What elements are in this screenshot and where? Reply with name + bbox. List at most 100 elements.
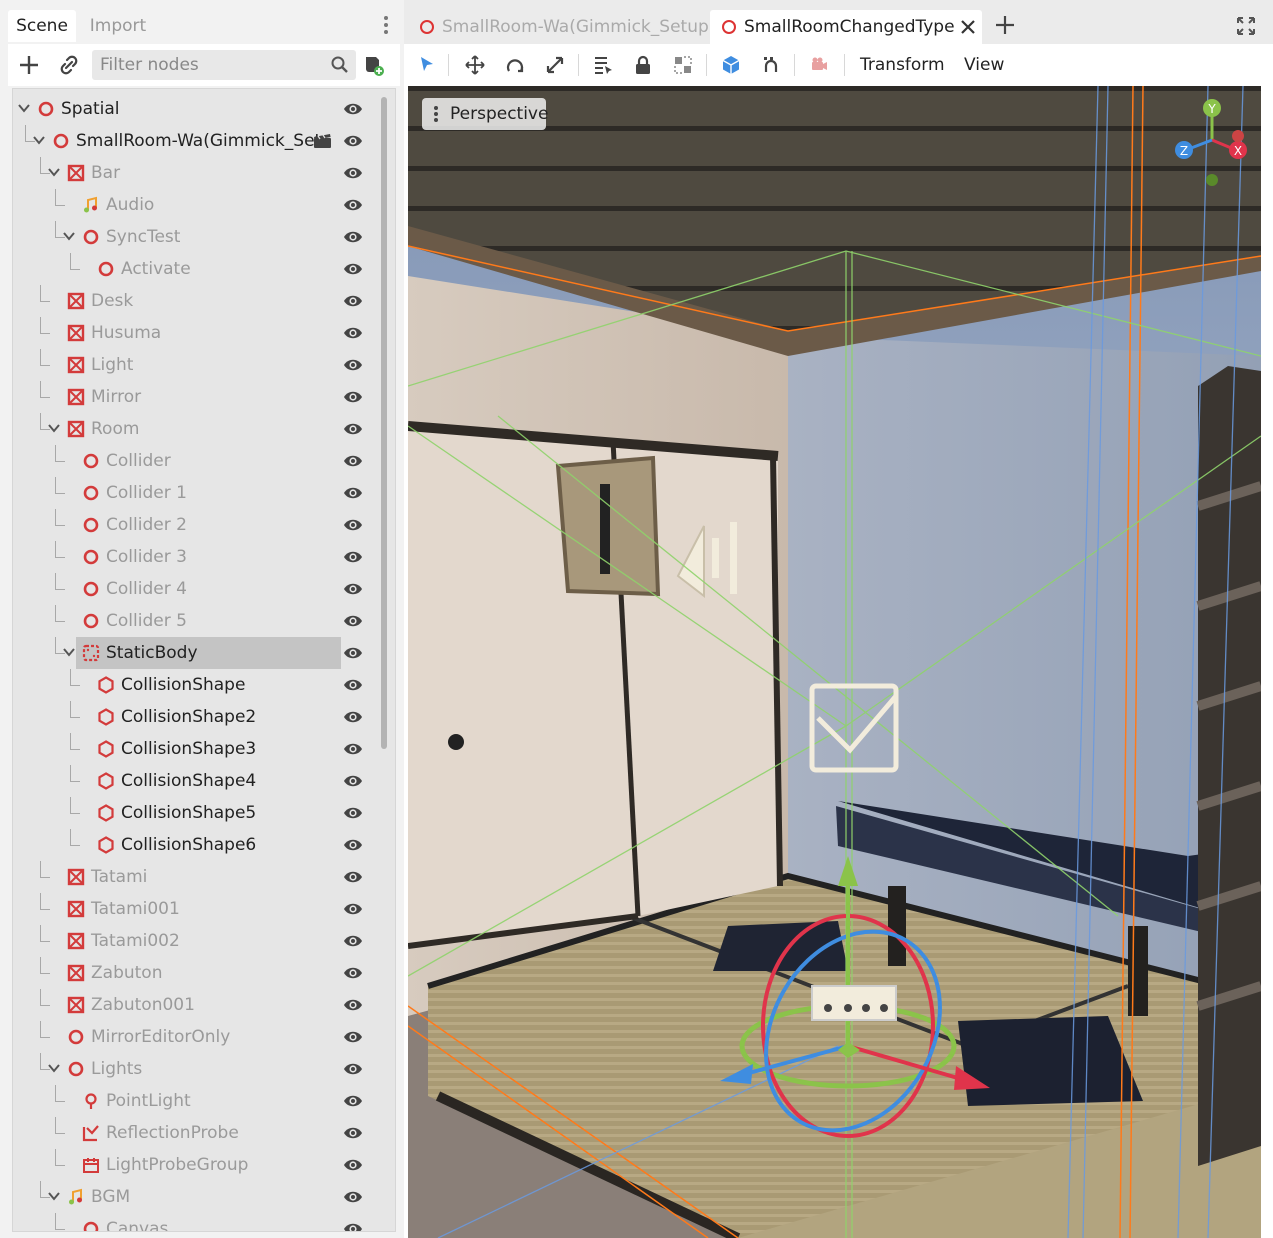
tree-row-collisionshape3[interactable]: CollisionShape3 (13, 733, 373, 765)
tree-row-collider-2[interactable]: Collider 2 (13, 509, 373, 541)
new-scene-plus-icon[interactable] (994, 14, 1016, 36)
tree-row-zabuton[interactable]: Zabuton (13, 957, 373, 989)
visibility-eye-icon[interactable] (343, 869, 363, 885)
tree-row-mirroreditoronly[interactable]: MirrorEditorOnly (13, 1021, 373, 1053)
tree-row-audio[interactable]: Audio (13, 189, 373, 221)
tree-row-collider[interactable]: Collider (13, 445, 373, 477)
tree-row-collisionshape[interactable]: CollisionShape (13, 669, 373, 701)
visibility-eye-icon[interactable] (343, 197, 363, 213)
visibility-eye-icon[interactable] (343, 1093, 363, 1109)
visibility-eye-icon[interactable] (343, 1061, 363, 1077)
tree-row-collider-3[interactable]: Collider 3 (13, 541, 373, 573)
transform-menu[interactable]: Transform (860, 54, 945, 76)
visibility-eye-icon[interactable] (343, 1189, 363, 1205)
tree-row-light[interactable]: Light (13, 349, 373, 381)
visibility-eye-icon[interactable] (343, 293, 363, 309)
list-select-icon[interactable] (592, 54, 614, 76)
chevron-down-icon[interactable] (47, 420, 61, 434)
scene-tab-smallroomchangedtype[interactable]: SmallRoomChangedType (710, 10, 982, 44)
visibility-eye-icon[interactable] (343, 517, 363, 533)
add-node-button[interactable] (16, 52, 42, 78)
tree-row-collisionshape5[interactable]: CollisionShape5 (13, 797, 373, 829)
chevron-down-icon[interactable] (62, 644, 76, 658)
tree-row-reflectionprobe[interactable]: ReflectionProbe (13, 1117, 373, 1149)
chevron-down-icon[interactable] (32, 132, 46, 146)
snap-icon[interactable] (760, 54, 782, 76)
tree-row-spatial[interactable]: Spatial (13, 93, 373, 125)
visibility-eye-icon[interactable] (343, 965, 363, 981)
local-space-icon[interactable] (720, 54, 742, 76)
tree-row-collisionshape4[interactable]: CollisionShape4 (13, 765, 373, 797)
orientation-gizmo[interactable]: Y X Z (1170, 92, 1254, 188)
open-scene-icon[interactable] (313, 133, 333, 149)
visibility-eye-icon[interactable] (343, 933, 363, 949)
visibility-eye-icon[interactable] (343, 549, 363, 565)
group-icon[interactable] (672, 54, 694, 76)
tab-import[interactable]: Import (80, 10, 156, 42)
tree-row-lightprobegroup[interactable]: LightProbeGroup (13, 1149, 373, 1181)
visibility-eye-icon[interactable] (343, 677, 363, 693)
visibility-eye-icon[interactable] (343, 101, 363, 117)
attach-script-button[interactable] (360, 52, 386, 78)
visibility-eye-icon[interactable] (343, 1029, 363, 1045)
instance-scene-button[interactable] (56, 52, 82, 78)
rotate-tool-icon[interactable] (504, 54, 526, 76)
tree-row-mirror[interactable]: Mirror (13, 381, 373, 413)
view-menu[interactable]: View (964, 54, 1004, 76)
tree-row-bar[interactable]: Bar (13, 157, 373, 189)
tree-row-pointlight[interactable]: PointLight (13, 1085, 373, 1117)
visibility-eye-icon[interactable] (343, 229, 363, 245)
tree-row-bgm[interactable]: BGM (13, 1181, 373, 1213)
move-tool-icon[interactable] (464, 54, 486, 76)
visibility-eye-icon[interactable] (343, 997, 363, 1013)
dock-menu-icon[interactable] (379, 14, 393, 38)
visibility-eye-icon[interactable] (343, 581, 363, 597)
visibility-eye-icon[interactable] (343, 1157, 363, 1173)
tree-row-collider-1[interactable]: Collider 1 (13, 477, 373, 509)
perspective-menu-button[interactable]: Perspective (422, 98, 548, 130)
tree-row-lights[interactable]: Lights (13, 1053, 373, 1085)
tree-scrollbar[interactable] (381, 97, 387, 749)
visibility-eye-icon[interactable] (343, 1221, 363, 1231)
visibility-eye-icon[interactable] (343, 773, 363, 789)
distraction-free-icon[interactable] (1236, 16, 1256, 36)
tab-scene[interactable]: Scene (8, 10, 76, 42)
visibility-eye-icon[interactable] (343, 709, 363, 725)
tree-row-husuma[interactable]: Husuma (13, 317, 373, 349)
camera-preview-icon[interactable] (808, 54, 830, 76)
tree-row-synctest[interactable]: SyncTest (13, 221, 373, 253)
scale-tool-icon[interactable] (544, 54, 566, 76)
tree-row-tatami001[interactable]: Tatami001 (13, 893, 373, 925)
tree-row-tatami[interactable]: Tatami (13, 861, 373, 893)
tree-row-room[interactable]: Room (13, 413, 373, 445)
close-icon[interactable] (960, 19, 976, 35)
visibility-eye-icon[interactable] (343, 485, 363, 501)
visibility-eye-icon[interactable] (343, 837, 363, 853)
visibility-eye-icon[interactable] (343, 165, 363, 181)
visibility-eye-icon[interactable] (343, 389, 363, 405)
tree-row-collider-4[interactable]: Collider 4 (13, 573, 373, 605)
visibility-eye-icon[interactable] (343, 133, 363, 149)
chevron-down-icon[interactable] (62, 228, 76, 242)
chevron-down-icon[interactable] (17, 100, 31, 114)
chevron-down-icon[interactable] (47, 1060, 61, 1074)
visibility-eye-icon[interactable] (343, 357, 363, 373)
visibility-eye-icon[interactable] (343, 741, 363, 757)
tree-row-collisionshape6[interactable]: CollisionShape6 (13, 829, 373, 861)
chevron-down-icon[interactable] (47, 164, 61, 178)
visibility-eye-icon[interactable] (343, 901, 363, 917)
tree-row-canvas[interactable]: Canvas (13, 1213, 373, 1231)
tree-row-zabuton001[interactable]: Zabuton001 (13, 989, 373, 1021)
tree-row-desk[interactable]: Desk (13, 285, 373, 317)
visibility-eye-icon[interactable] (343, 421, 363, 437)
visibility-eye-icon[interactable] (343, 453, 363, 469)
tree-row-tatami002[interactable]: Tatami002 (13, 925, 373, 957)
visibility-eye-icon[interactable] (343, 613, 363, 629)
scene-tab-smallroom-wa[interactable]: SmallRoom-Wa(Gimmick_Setup) (408, 10, 715, 44)
tree-row-collisionshape2[interactable]: CollisionShape2 (13, 701, 373, 733)
visibility-eye-icon[interactable] (343, 325, 363, 341)
visibility-eye-icon[interactable] (343, 1125, 363, 1141)
chevron-down-icon[interactable] (47, 1188, 61, 1202)
visibility-eye-icon[interactable] (343, 261, 363, 277)
visibility-eye-icon[interactable] (343, 805, 363, 821)
